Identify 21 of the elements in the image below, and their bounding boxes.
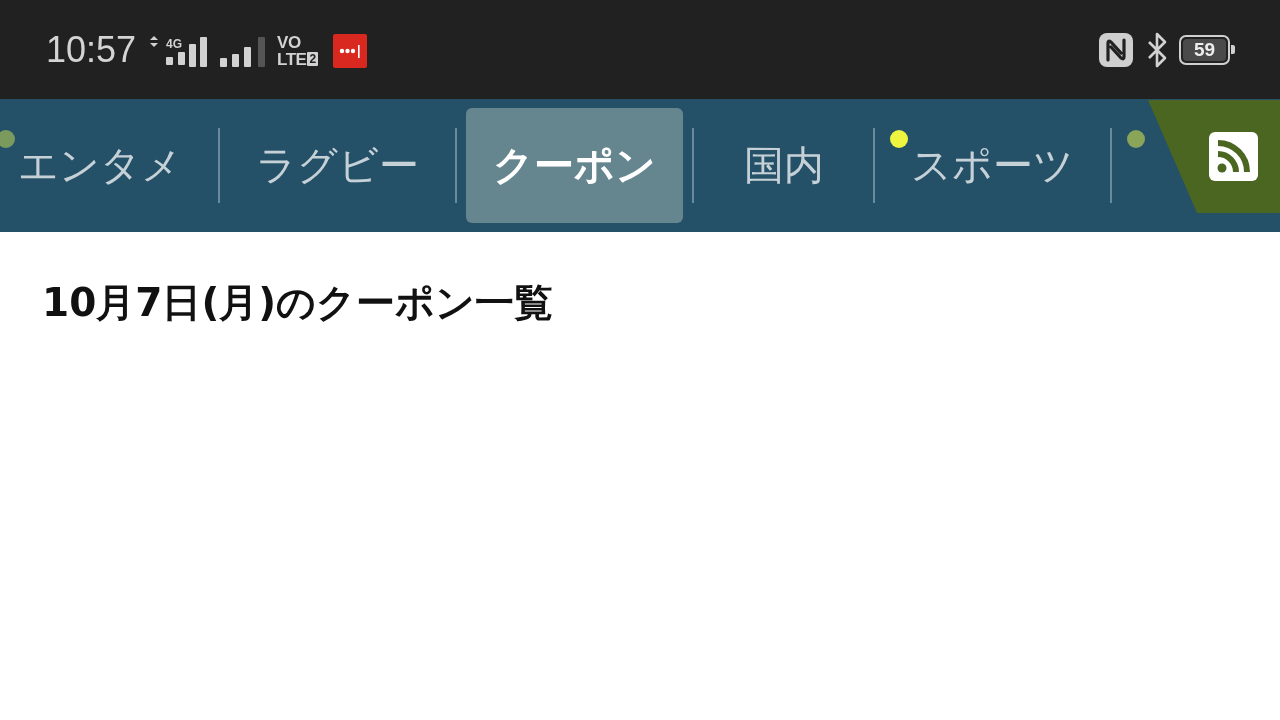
nfc-icon	[1099, 32, 1133, 67]
page-heading: 10月7日(月)のクーポン一覧	[42, 280, 555, 326]
tab[interactable]: エンタメ	[0, 108, 209, 223]
bluetooth-icon	[1146, 31, 1169, 68]
rss-button[interactable]	[1148, 100, 1280, 213]
tab[interactable]: スポーツ	[884, 108, 1101, 223]
network-type-label: 4G	[166, 38, 183, 51]
battery-percent: 59	[1183, 38, 1226, 61]
volte-label: VO	[277, 33, 302, 51]
tab[interactable]: 国内	[703, 108, 864, 223]
signal-icon	[220, 36, 266, 67]
tab[interactable]: クーポン	[466, 108, 683, 223]
signal-bars-icon	[166, 52, 186, 65]
rss-icon	[1209, 132, 1258, 181]
app-notification-icon	[333, 33, 368, 68]
data-arrows-icon	[150, 36, 159, 47]
clock-time: 10:57	[46, 29, 137, 70]
volte-label: LTE	[277, 50, 307, 68]
tab[interactable]: ラグビー	[229, 108, 446, 223]
signal-bars-icon	[189, 36, 208, 67]
sim-number-badge: 2	[307, 52, 319, 66]
